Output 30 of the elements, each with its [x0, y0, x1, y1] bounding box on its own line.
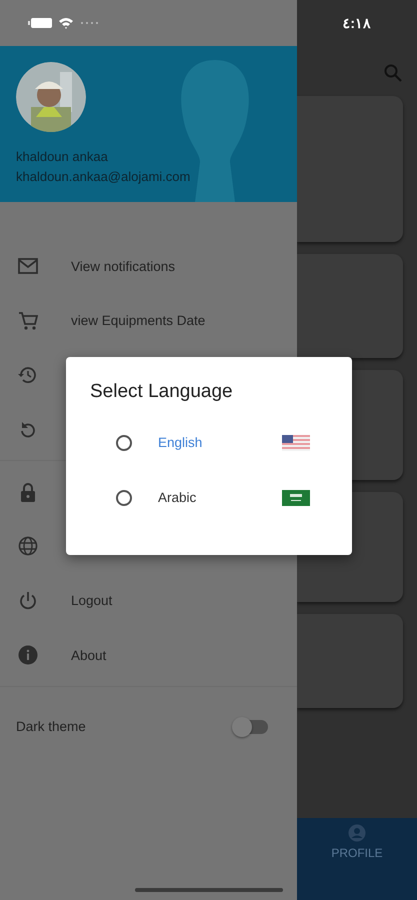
search-icon[interactable]: [384, 64, 402, 82]
language-option[interactable]: Arabic: [158, 490, 282, 505]
menu-item[interactable]: Logout: [71, 593, 112, 608]
status-time: ٤:١٨: [342, 15, 371, 31]
cart-icon: [18, 310, 38, 331]
dialog-title: Select Language: [90, 381, 234, 403]
power-icon: [18, 590, 38, 611]
user-email: khaldoun.ankaa@alojami.com: [16, 169, 192, 184]
mail-icon: [18, 258, 38, 274]
signal-dots-icon: [80, 21, 100, 25]
wifi-icon: [58, 17, 74, 29]
language-option[interactable]: English: [158, 435, 282, 450]
radio-button[interactable]: [116, 490, 132, 506]
dark-theme-toggle[interactable]: [234, 720, 268, 734]
menu-item[interactable]: View notifications: [71, 258, 176, 274]
refresh-icon: [18, 420, 38, 440]
battery-icon: [28, 18, 52, 28]
dark-theme-label: Dark theme: [16, 719, 86, 734]
lock-icon: [18, 482, 38, 502]
history-icon: [18, 365, 38, 386]
nav-label[interactable]: PROFILE: [331, 846, 383, 860]
flag-icon: [282, 490, 310, 506]
radio-button[interactable]: [116, 434, 132, 450]
menu-item[interactable]: About: [71, 648, 106, 663]
globe-icon: [18, 536, 38, 556]
flag-icon: [282, 434, 310, 450]
menu-item[interactable]: view Equipments Date: [71, 313, 206, 328]
info-icon: [18, 645, 38, 666]
profile-icon[interactable]: [348, 824, 366, 842]
user-name: khaldoun ankaa: [16, 149, 109, 164]
